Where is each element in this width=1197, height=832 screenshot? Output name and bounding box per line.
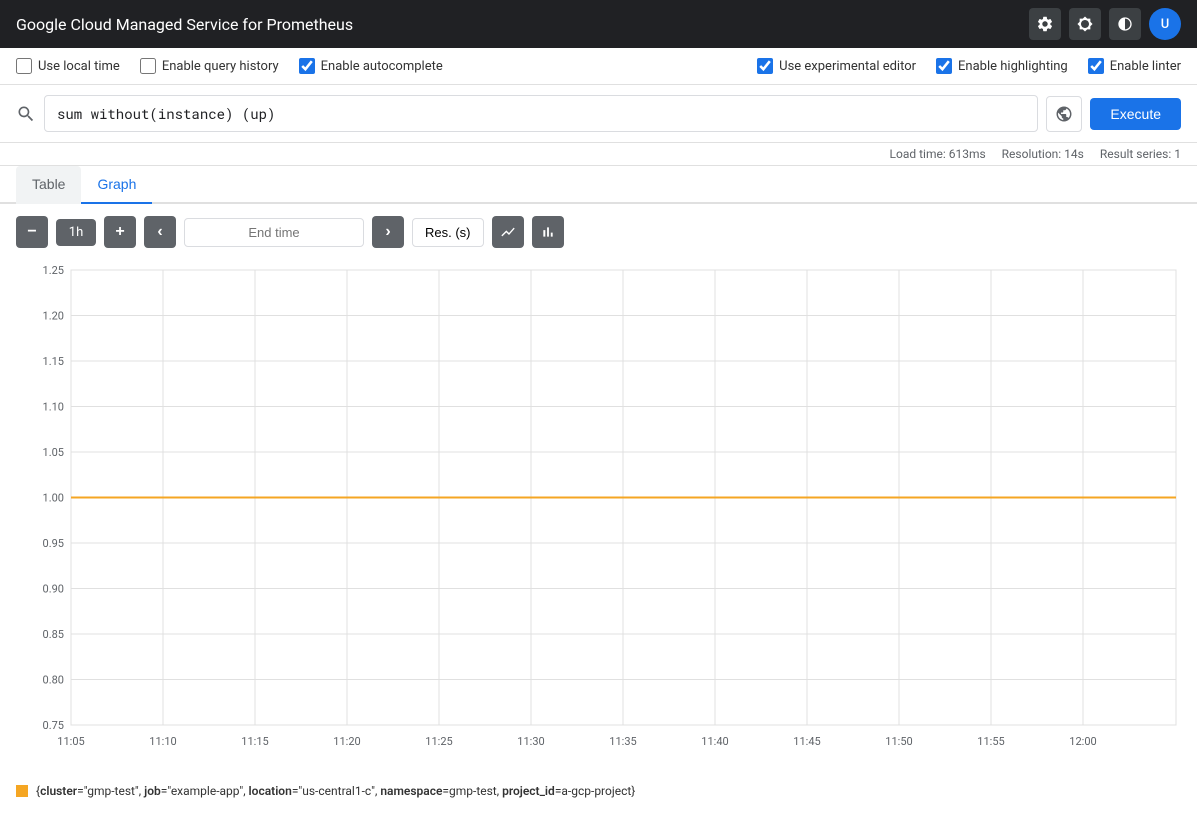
header: Google Cloud Managed Service for Prometh… xyxy=(0,0,1197,48)
header-actions: U xyxy=(1029,8,1181,40)
tab-table[interactable]: Table xyxy=(16,166,81,204)
search-icon xyxy=(16,104,36,124)
load-time: Load time: 613ms xyxy=(890,147,986,161)
chart-area: 1.25 1.20 1.15 1.10 1.05 1.00 0.95 0.90 … xyxy=(0,260,1197,776)
graph-controls: − 1h + ‹ › Res. (s) xyxy=(0,204,1197,260)
svg-text:0.95: 0.95 xyxy=(43,537,64,550)
use-local-time-text: Use local time xyxy=(38,59,120,74)
query-bar: Execute xyxy=(0,85,1197,143)
contrast-icon xyxy=(1117,16,1133,32)
enable-autocomplete-checkbox[interactable] xyxy=(299,58,315,74)
svg-text:0.80: 0.80 xyxy=(43,674,64,687)
use-experimental-editor-text: Use experimental editor xyxy=(779,59,916,74)
use-local-time-checkbox[interactable] xyxy=(16,58,32,74)
chart-container: 1.25 1.20 1.15 1.10 1.05 1.00 0.95 0.90 … xyxy=(16,260,1181,760)
end-time-input[interactable] xyxy=(184,218,364,247)
range-value: 1h xyxy=(56,219,96,246)
theme-toggle-btn[interactable] xyxy=(1069,8,1101,40)
enable-query-history-label[interactable]: Enable query history xyxy=(140,58,279,74)
settings-icon-btn[interactable] xyxy=(1029,8,1061,40)
toolbar: Use local time Enable query history Enab… xyxy=(0,48,1197,85)
svg-text:11:45: 11:45 xyxy=(793,735,820,748)
app-title: Google Cloud Managed Service for Prometh… xyxy=(16,15,353,34)
svg-text:11:25: 11:25 xyxy=(425,735,452,748)
svg-text:0.90: 0.90 xyxy=(43,583,64,596)
svg-text:1.25: 1.25 xyxy=(43,264,64,277)
enable-query-history-checkbox[interactable] xyxy=(140,58,156,74)
enable-autocomplete-label[interactable]: Enable autocomplete xyxy=(299,58,443,74)
svg-text:1.05: 1.05 xyxy=(43,446,64,459)
use-local-time-label[interactable]: Use local time xyxy=(16,58,120,74)
main-chart: 1.25 1.20 1.15 1.10 1.05 1.00 0.95 0.90 … xyxy=(16,260,1181,760)
svg-text:11:40: 11:40 xyxy=(701,735,728,748)
enable-linter-checkbox[interactable] xyxy=(1088,58,1104,74)
info-bar: Load time: 613ms Resolution: 14s Result … xyxy=(0,143,1197,166)
enable-linter-text: Enable linter xyxy=(1110,59,1181,74)
resolution-btn[interactable]: Res. (s) xyxy=(412,218,484,247)
enable-highlighting-label[interactable]: Enable highlighting xyxy=(936,58,1068,74)
line-chart-btn[interactable] xyxy=(492,216,524,248)
svg-text:11:35: 11:35 xyxy=(609,735,636,748)
line-chart-icon xyxy=(500,224,516,240)
next-time-btn[interactable]: › xyxy=(372,216,404,248)
svg-text:11:50: 11:50 xyxy=(885,735,912,748)
stacked-chart-icon xyxy=(540,224,556,240)
avatar[interactable]: U xyxy=(1149,8,1181,40)
query-input[interactable] xyxy=(44,95,1038,132)
svg-text:0.75: 0.75 xyxy=(43,719,64,732)
enable-query-history-text: Enable query history xyxy=(162,59,279,74)
contrast-icon-btn[interactable] xyxy=(1109,8,1141,40)
svg-text:11:15: 11:15 xyxy=(241,735,268,748)
svg-text:11:55: 11:55 xyxy=(977,735,1004,748)
tab-graph[interactable]: Graph xyxy=(81,166,152,204)
svg-text:11:05: 11:05 xyxy=(57,735,84,748)
legend-color-swatch xyxy=(16,785,28,797)
svg-text:12:00: 12:00 xyxy=(1069,735,1096,748)
use-experimental-editor-label[interactable]: Use experimental editor xyxy=(757,58,916,74)
chart-legend: {cluster="gmp-test", job="example-app", … xyxy=(0,776,1197,814)
settings-icon xyxy=(1036,15,1054,33)
search-icon-wrap xyxy=(16,104,36,124)
svg-text:11:20: 11:20 xyxy=(333,735,360,748)
range-increase-btn[interactable]: + xyxy=(104,216,136,248)
result-series: Result series: 1 xyxy=(1100,147,1181,161)
svg-text:1.20: 1.20 xyxy=(43,310,64,323)
metrics-explorer-btn[interactable] xyxy=(1046,96,1082,132)
globe-icon xyxy=(1055,105,1073,123)
enable-highlighting-checkbox[interactable] xyxy=(936,58,952,74)
prev-time-btn[interactable]: ‹ xyxy=(144,216,176,248)
svg-text:1.15: 1.15 xyxy=(43,355,64,368)
tabs-container: Table Graph xyxy=(0,166,1197,204)
legend-text: {cluster="gmp-test", job="example-app", … xyxy=(36,784,635,798)
enable-linter-label[interactable]: Enable linter xyxy=(1088,58,1181,74)
svg-text:0.85: 0.85 xyxy=(43,628,64,641)
enable-autocomplete-text: Enable autocomplete xyxy=(321,59,443,74)
enable-highlighting-text: Enable highlighting xyxy=(958,59,1068,74)
moon-icon xyxy=(1077,16,1093,32)
execute-button[interactable]: Execute xyxy=(1090,98,1181,130)
svg-text:1.10: 1.10 xyxy=(43,401,64,414)
range-decrease-btn[interactable]: − xyxy=(16,216,48,248)
svg-text:1.00: 1.00 xyxy=(43,492,64,505)
stacked-chart-btn[interactable] xyxy=(532,216,564,248)
resolution: Resolution: 14s xyxy=(1002,147,1084,161)
svg-text:11:30: 11:30 xyxy=(517,735,544,748)
svg-text:11:10: 11:10 xyxy=(149,735,176,748)
use-experimental-editor-checkbox[interactable] xyxy=(757,58,773,74)
